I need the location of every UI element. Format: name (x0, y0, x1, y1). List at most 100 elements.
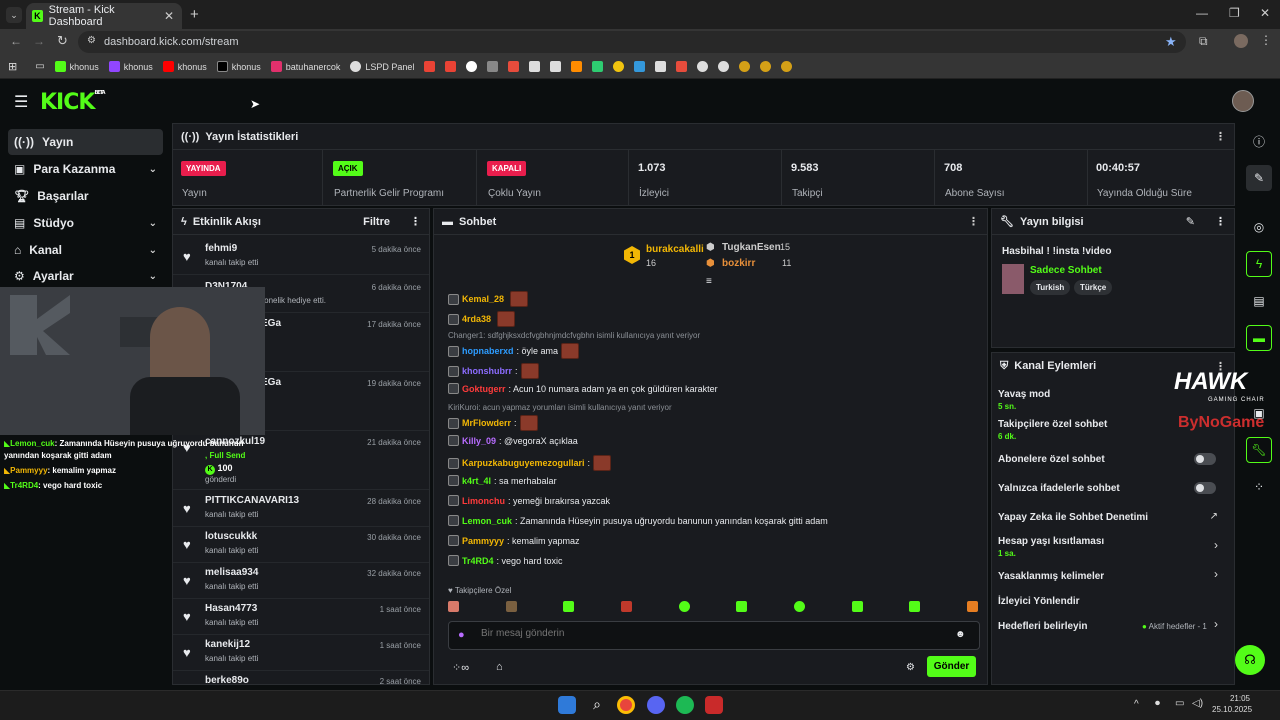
search-icon[interactable]: ⌕ (588, 696, 606, 714)
integrations-icon[interactable]: ⁘ (1246, 474, 1272, 500)
emote-icon[interactable] (851, 601, 863, 612)
bookmark-item[interactable]: batuhanercok (270, 61, 340, 72)
chat-username[interactable]: hopnaberxd (462, 346, 514, 356)
emote-icon[interactable] (793, 601, 805, 612)
forward-icon[interactable]: → (33, 34, 45, 48)
profile-avatar[interactable] (1234, 34, 1248, 48)
bookmark-item[interactable]: khonus (216, 61, 261, 72)
gmail-bookmark-icon[interactable] (445, 61, 457, 72)
activity-username[interactable]: fehmi9 (205, 243, 237, 254)
clock-time[interactable]: 21:05 (1228, 694, 1250, 703)
chat-settings-icon[interactable]: ⚙ (906, 662, 915, 673)
user-avatar[interactable] (1232, 90, 1254, 112)
bookmark-item[interactable]: khonus (54, 61, 99, 72)
category-thumbnail[interactable] (1002, 264, 1024, 294)
bookmark-icon[interactable] (466, 61, 478, 72)
emote-icon[interactable] (448, 601, 459, 612)
chat-username[interactable]: Tr4RD4 (462, 556, 494, 566)
bookmark-item[interactable]: LSPD Panel (350, 61, 414, 72)
sidebar-item-yayin[interactable]: ((·)) Yayın (8, 129, 163, 155)
chat-username[interactable]: 4rda38 (462, 314, 491, 324)
browser-menu-icon[interactable]: ⋮ (1260, 33, 1272, 47)
emote-icon[interactable] (505, 601, 517, 612)
chat-username[interactable]: Pammyyy (462, 536, 504, 546)
bookmark-icon[interactable] (781, 61, 793, 72)
account-age-row[interactable]: Hesap yaşı kısıtlaması 1 sa. (998, 536, 1104, 558)
document-icon[interactable]: ▤ (1246, 288, 1272, 314)
chat-username[interactable]: Goktugerr (462, 384, 506, 394)
emote-icon[interactable] (620, 601, 632, 612)
top-gifter-name[interactable]: TugkanEsen (722, 242, 781, 253)
activity-username[interactable]: lotuscukkk (205, 531, 257, 542)
sidebar-item-ayarlar[interactable]: ⚙ Ayarlar ⌄ (8, 263, 163, 289)
top-gifter-name[interactable]: bozkirr (722, 258, 755, 269)
more-options-icon[interactable]: ⋮ (410, 215, 421, 228)
minimize-button[interactable]: — (1196, 6, 1208, 20)
info-icon[interactable]: ⓘ (1246, 128, 1272, 154)
chat-username[interactable]: khonshubrr (462, 366, 512, 376)
external-link-icon[interactable]: ↗ (1210, 511, 1218, 522)
chrome-icon[interactable] (617, 696, 635, 714)
windows-start-icon[interactable] (558, 696, 576, 714)
back-icon[interactable]: ← (10, 34, 22, 48)
more-options-icon[interactable]: ⋮ (1215, 130, 1226, 143)
chat-username[interactable]: MrFlowderr (462, 418, 511, 428)
folder-icon[interactable]: ▭ (35, 61, 44, 72)
activity-username[interactable]: berke89o (205, 675, 249, 684)
edit-icon[interactable]: ✎ (1186, 215, 1195, 228)
ai-moderation-row[interactable]: Yapay Zeka ile Sohbet Denetimi (998, 512, 1148, 523)
bookmark-icon[interactable] (529, 61, 541, 72)
send-button[interactable]: Gönder (927, 656, 976, 677)
sidebar-item-basarilar[interactable]: 🏆︎ Başarılar (8, 183, 163, 209)
top-gifter-name[interactable]: burakcakalli (646, 244, 704, 255)
discord-icon[interactable] (647, 696, 665, 714)
goals-row[interactable]: Hedefleri belirleyin (998, 621, 1087, 632)
chat-message-input[interactable] (481, 628, 921, 639)
pencil-icon[interactable]: ✎ (1246, 165, 1272, 191)
reload-icon[interactable]: ↻ (57, 33, 68, 49)
banned-words-row[interactable]: Yasaklanmış kelimeler (998, 571, 1104, 582)
bookmark-item[interactable]: khonus (108, 61, 153, 72)
chat-username[interactable]: k4rt_4l (462, 476, 491, 486)
sidebar-item-para-kazanma[interactable]: ▣ Para Kazanma ⌄ (8, 156, 163, 182)
clock-date[interactable]: 25.10.2025 (1212, 705, 1252, 714)
more-options-icon[interactable]: ⋮ (968, 215, 979, 228)
extensions-icon[interactable]: ⧉ (1199, 34, 1208, 49)
bookmark-icon[interactable] (760, 61, 772, 72)
bookmark-item[interactable]: khonus (162, 61, 207, 72)
slow-mode-row[interactable]: Yavaş mod 5 sn. (998, 389, 1050, 411)
site-info-icon[interactable]: ⚙ (87, 35, 96, 46)
emote-panel-icon[interactable]: ⁘∞ (452, 661, 469, 674)
maximize-button[interactable]: ❐ (1229, 6, 1240, 20)
close-tab-icon[interactable]: ✕ (164, 9, 174, 23)
sidebar-item-studyo[interactable]: ▤ Stüdyo ⌄ (8, 210, 163, 236)
bookmark-icon[interactable] (571, 61, 583, 72)
bookmark-star-icon[interactable]: ★ (1165, 34, 1177, 50)
volume-icon[interactable]: ◁) (1192, 698, 1203, 709)
apps-icon[interactable]: ⊞ (8, 60, 17, 73)
chat-username[interactable]: Kemal_28 (462, 294, 504, 304)
camera-icon[interactable]: ◎ (1246, 214, 1272, 240)
active-tab[interactable]: K Stream - Kick Dashboard ✕ (26, 3, 182, 29)
microphone-icon[interactable]: ⏺ (1155, 698, 1160, 709)
bookmark-icon[interactable] (550, 61, 562, 72)
chat-username[interactable]: Limonchu (462, 496, 505, 506)
bookmark-icon[interactable] (592, 61, 604, 72)
bookmark-icon[interactable] (634, 61, 646, 72)
bookmark-icon[interactable] (613, 61, 625, 72)
bookmark-icon[interactable] (739, 61, 751, 72)
emote-icon[interactable] (966, 601, 978, 612)
more-options-icon[interactable]: ⋮ (1215, 215, 1226, 228)
sidebar-item-kanal[interactable]: ⌂ Kanal ⌄ (8, 237, 163, 263)
bookmark-icon[interactable] (487, 61, 499, 72)
chat-scrollbar[interactable] (987, 564, 988, 578)
chevron-right-icon[interactable]: › (1214, 538, 1218, 552)
chevron-right-icon[interactable]: › (1214, 617, 1218, 631)
gmail-bookmark-icon[interactable] (424, 61, 436, 72)
activity-username[interactable]: kanekij12 (205, 639, 250, 650)
kick-logo[interactable]: KICKBETA (40, 90, 106, 115)
emote-only-toggle[interactable] (1194, 482, 1216, 494)
microphone-icon[interactable]: ● (458, 629, 465, 641)
bolt-icon[interactable]: ϟ (1246, 251, 1272, 277)
support-headset-icon[interactable]: ☊ (1235, 645, 1265, 675)
